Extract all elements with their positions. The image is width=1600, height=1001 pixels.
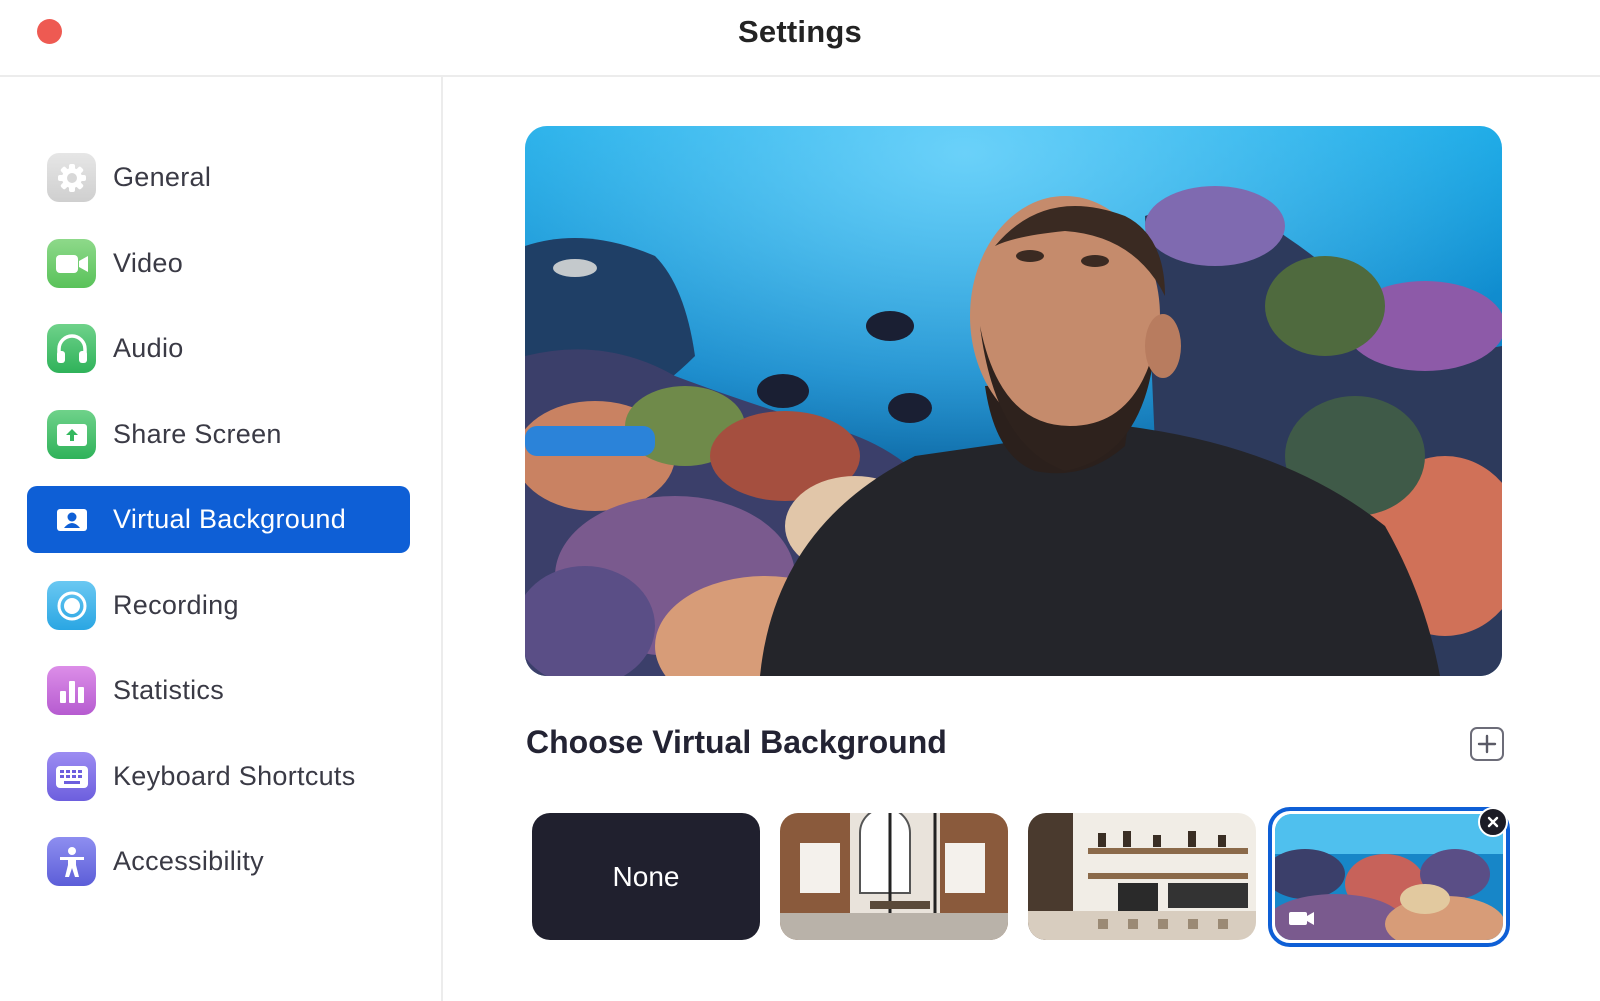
section-title: Choose Virtual Background xyxy=(526,724,947,760)
background-option-cafe[interactable] xyxy=(1028,813,1256,940)
sidebar-item-label: Video xyxy=(113,248,184,278)
sidebar-item-general[interactable]: General xyxy=(27,144,410,211)
window-title: Settings xyxy=(738,14,862,49)
person-portrait-icon xyxy=(47,495,96,544)
sidebar-item-label: Keyboard Shortcuts xyxy=(113,761,356,791)
background-option-none[interactable]: None xyxy=(532,813,760,940)
sidebar-item-label: Recording xyxy=(113,590,239,620)
sidebar-item-virtual-background[interactable]: Virtual Background xyxy=(27,486,410,553)
sidebar-item-audio[interactable]: Audio xyxy=(27,315,410,382)
sidebar-item-statistics[interactable]: Statistics xyxy=(27,657,410,724)
background-option-office[interactable] xyxy=(780,813,1008,940)
video-preview xyxy=(525,126,1502,676)
title-bar: Settings xyxy=(0,0,1600,77)
record-icon xyxy=(47,581,96,630)
sidebar-item-label: Statistics xyxy=(113,675,225,705)
sidebar-item-label: Virtual Background xyxy=(113,504,347,534)
sidebar-item-recording[interactable]: Recording xyxy=(27,572,410,639)
ocean-thumbnail xyxy=(1275,814,1503,940)
bar-chart-icon xyxy=(47,666,96,715)
add-background-button[interactable] xyxy=(1470,727,1504,761)
settings-sidebar: General Video Audio Share Screen Virtual… xyxy=(0,77,443,1001)
background-option-ocean-selected[interactable] xyxy=(1268,807,1510,947)
sidebar-item-label: General xyxy=(113,162,212,192)
accessibility-icon xyxy=(47,837,96,886)
sidebar-item-video[interactable]: Video xyxy=(27,230,410,297)
share-screen-icon xyxy=(47,410,96,459)
plus-icon xyxy=(1477,734,1497,754)
background-option-label: None xyxy=(612,860,680,892)
sidebar-item-label: Accessibility xyxy=(113,846,264,876)
close-icon xyxy=(1487,816,1499,828)
video-camera-icon xyxy=(47,239,96,288)
sidebar-item-accessibility[interactable]: Accessibility xyxy=(27,828,410,895)
gear-icon xyxy=(47,153,96,202)
sidebar-item-keyboard-shortcuts[interactable]: Keyboard Shortcuts xyxy=(27,743,410,810)
remove-background-button[interactable] xyxy=(1478,807,1508,837)
sidebar-item-label: Audio xyxy=(113,333,184,363)
sidebar-item-label: Share Screen xyxy=(113,419,282,449)
headphones-icon xyxy=(47,324,96,373)
sidebar-item-share-screen[interactable]: Share Screen xyxy=(27,401,410,468)
keyboard-icon xyxy=(47,752,96,801)
